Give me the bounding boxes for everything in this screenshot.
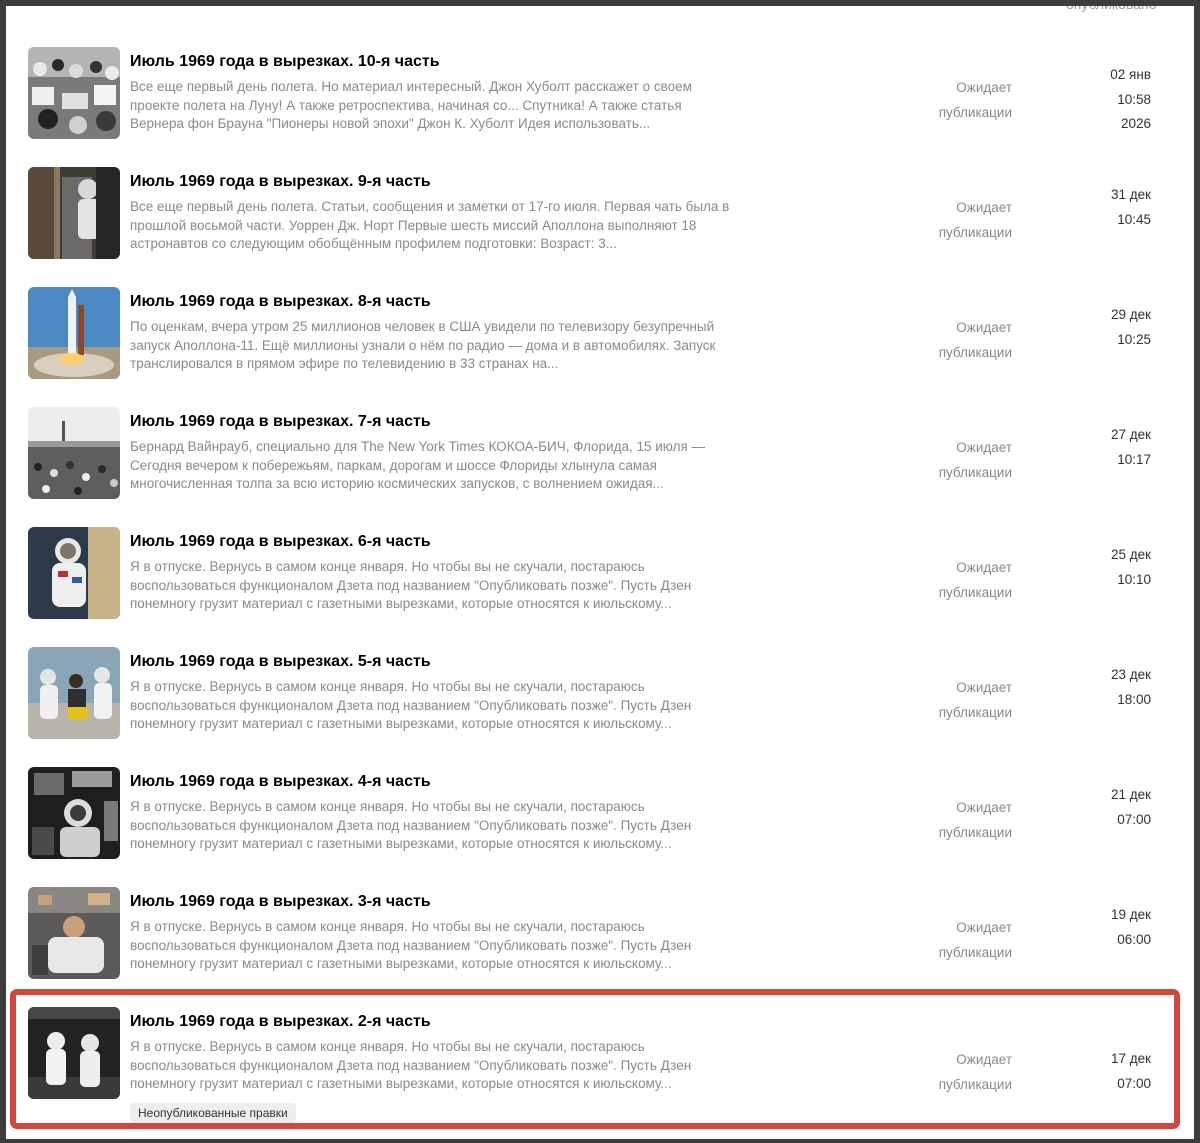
publication-list-panel: опубликовано Июль 1969 года в вырезках. … — [0, 0, 1200, 1143]
astronauts-training-photo-icon — [28, 647, 120, 739]
article-title[interactable]: Июль 1969 года в вырезках. 9-я часть — [130, 173, 431, 191]
publication-status: Ожидает публикации — [938, 680, 1012, 720]
cockpit-photo-icon — [28, 767, 120, 859]
publication-status: Ожидает публикации — [938, 320, 1012, 360]
publication-status: Ожидает публикации — [938, 560, 1012, 600]
article-row[interactable]: Июль 1969 года в вырезках. 4-я часть Я в… — [28, 767, 1168, 887]
scheduled-date: 29 дек 10:25 — [1110, 307, 1151, 347]
publication-status: Ожидает публикации — [938, 920, 1012, 960]
scheduled-date: 17 дек 07:00 — [1110, 1051, 1151, 1091]
rocket-launch-photo-icon — [28, 287, 120, 379]
article-row[interactable]: Июль 1969 года в вырезках. 3-я часть Я в… — [28, 887, 1168, 1007]
article-title[interactable]: Июль 1969 года в вырезках. 2-я часть — [130, 1013, 431, 1031]
article-excerpt: Я в отпуске. Вернусь в самом конце январ… — [130, 559, 692, 612]
astronaut-suit-photo-icon — [28, 527, 120, 619]
article-excerpt: Я в отпуске. Вернусь в самом конце январ… — [130, 679, 692, 732]
spectators-photo-icon — [28, 407, 120, 499]
scheduled-date: 31 дек 10:45 — [1110, 187, 1151, 227]
article-excerpt: Я в отпуске. Вернусь в самом конце январ… — [130, 919, 692, 972]
publication-status: Ожидает публикации — [938, 200, 1012, 240]
article-excerpt: Все еще первый день полета. Но материал … — [130, 79, 692, 132]
scheduled-date: 02 янв 10:58 2026 — [1110, 67, 1151, 131]
publication-status: Ожидает публикации — [938, 80, 1012, 120]
article-row[interactable]: Июль 1969 года в вырезках. 6-я часть Я в… — [28, 527, 1168, 647]
article-title[interactable]: Июль 1969 года в вырезках. 6-я часть — [130, 533, 431, 551]
article-row[interactable]: Июль 1969 года в вырезках. 9-я часть Все… — [28, 167, 1168, 287]
scheduled-date: 21 дек 07:00 — [1110, 787, 1151, 827]
scheduled-date: 27 дек 10:17 — [1110, 427, 1151, 467]
publication-status: Ожидает публикации — [938, 440, 1012, 480]
article-excerpt: Бернард Вайнрауб, специально для The New… — [130, 439, 706, 492]
article-title[interactable]: Июль 1969 года в вырезках. 7-я часть — [130, 413, 431, 431]
scheduled-date: 23 дек 18:00 — [1110, 667, 1151, 707]
two-astronauts-photo-icon — [28, 1007, 120, 1099]
crowd-photo-icon — [28, 47, 120, 139]
article-title[interactable]: Июль 1969 года в вырезках. 5-я часть — [130, 653, 431, 671]
scheduled-date: 19 дек 06:00 — [1110, 907, 1151, 947]
article-row[interactable]: Июль 1969 года в вырезках. 8-я часть По … — [28, 287, 1168, 407]
article-title[interactable]: Июль 1969 года в вырезках. 4-я часть — [130, 773, 431, 791]
article-row-selected[interactable]: Июль 1969 года в вырезках. 2-я часть Я в… — [28, 1007, 1168, 1127]
astronaut-walkway-photo-icon — [28, 167, 120, 259]
publication-status: Ожидает публикации — [938, 1052, 1012, 1092]
article-title[interactable]: Июль 1969 года в вырезках. 8-я часть — [130, 293, 431, 311]
publication-status: Ожидает публикации — [938, 800, 1012, 840]
article-excerpt: Я в отпуске. Вернусь в самом конце январ… — [130, 799, 692, 852]
article-excerpt: Я в отпуске. Вернусь в самом конце январ… — [130, 1039, 692, 1092]
unpublished-edits-badge: Неопубликованные правки — [130, 1103, 296, 1123]
article-excerpt: По оценкам, вчера утром 25 миллионов чел… — [130, 319, 716, 372]
article-row[interactable]: Июль 1969 года в вырезках. 10-я часть Вс… — [28, 47, 1168, 167]
article-title[interactable]: Июль 1969 года в вырезках. 10-я часть — [130, 53, 440, 71]
article-row[interactable]: Июль 1969 года в вырезках. 7-я часть Бер… — [28, 407, 1168, 527]
article-row[interactable]: Июль 1969 года в вырезках. 5-я часть Я в… — [28, 647, 1168, 767]
scheduled-date: 25 дек 10:10 — [1110, 547, 1151, 587]
article-title[interactable]: Июль 1969 года в вырезках. 3-я часть — [130, 893, 431, 911]
cut-off-header-text: опубликовано — [1066, 0, 1157, 12]
article-excerpt: Все еще первый день полета. Статьи, сооб… — [130, 199, 730, 252]
astronaut-seat-photo-icon — [28, 887, 120, 979]
